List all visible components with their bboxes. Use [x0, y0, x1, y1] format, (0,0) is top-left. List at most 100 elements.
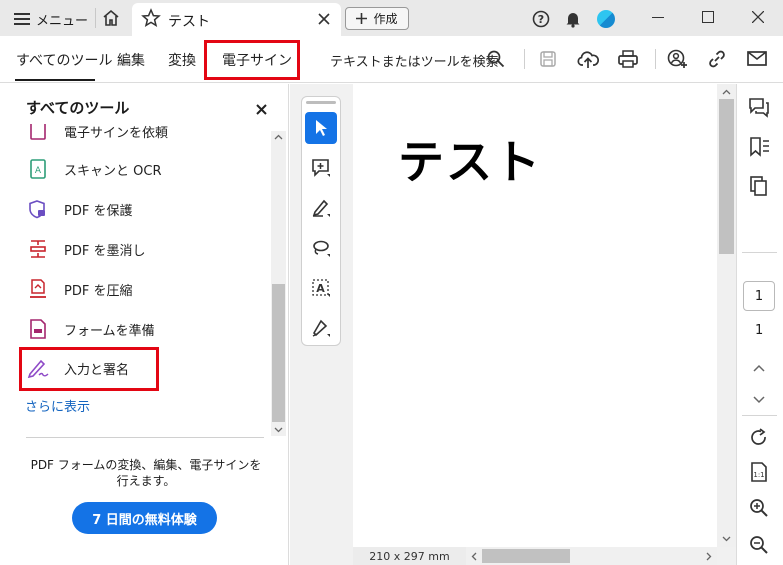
pdf-page[interactable]: テスト: [353, 84, 717, 547]
pages-icon[interactable]: [746, 173, 772, 199]
close-panel-icon[interactable]: [256, 104, 267, 115]
document-scrollbar-thumb[interactable]: [719, 99, 734, 254]
star-icon[interactable]: [141, 8, 161, 28]
page-number-input[interactable]: 1: [743, 281, 775, 311]
pen-nib-icon: [311, 318, 331, 338]
comments-icon[interactable]: [746, 95, 772, 121]
redact-pdf-icon: [26, 237, 50, 261]
bookmarks-icon[interactable]: [746, 134, 772, 160]
next-page-icon[interactable]: [746, 387, 772, 413]
document-tab[interactable]: テスト: [132, 3, 341, 36]
zoom-in-icon[interactable]: [746, 495, 772, 521]
select-tool[interactable]: [305, 112, 337, 144]
draw-tool[interactable]: [305, 232, 337, 264]
minimize-icon[interactable]: [652, 17, 664, 18]
tool-prepare-form[interactable]: フォームを準備: [26, 309, 266, 349]
comment-tool[interactable]: [305, 152, 337, 184]
tool-label: スキャンと OCR: [64, 163, 162, 179]
tool-request-signature[interactable]: 電子サインを依頼: [26, 124, 266, 151]
link-icon[interactable]: [707, 50, 727, 68]
panel-title: すべてのツール: [26, 99, 130, 117]
tool-protect-pdf[interactable]: PDF を保護: [26, 189, 266, 229]
page-size-label: 210 x 297 mm: [369, 549, 450, 563]
toolbar-divider: [655, 49, 656, 69]
actual-size-icon[interactable]: 1:1: [746, 459, 772, 485]
close-tab-icon[interactable]: [318, 13, 330, 25]
page-total: 1: [755, 323, 764, 338]
panel-scrollbar-thumb[interactable]: [272, 284, 285, 422]
create-button[interactable]: 作成: [345, 7, 409, 30]
page-number-value: 1: [754, 288, 764, 304]
tool-redact-pdf[interactable]: PDF を墨消し: [26, 229, 266, 269]
svg-text:A: A: [35, 166, 42, 176]
zoom-out-icon[interactable]: [746, 532, 772, 558]
toolbar-divider: [524, 49, 525, 69]
maximize-icon[interactable]: [702, 11, 714, 23]
svg-text:1:1: 1:1: [753, 471, 764, 479]
sign-tool[interactable]: [305, 312, 337, 344]
free-trial-button[interactable]: 7 日間の無料体験: [72, 502, 217, 534]
tab-edit[interactable]: 編集: [117, 50, 145, 70]
search-label[interactable]: テキストまたはツールを検索: [330, 51, 499, 70]
tool-label: PDF を墨消し: [64, 243, 146, 259]
tab-all-tools[interactable]: すべてのツール: [16, 50, 112, 70]
home-icon[interactable]: [102, 9, 120, 27]
rail-divider: [742, 415, 777, 416]
horizontal-scrollbar-thumb[interactable]: [482, 549, 570, 563]
print-icon[interactable]: [618, 50, 638, 68]
drag-handle[interactable]: [306, 101, 336, 104]
promo-text: PDF フォームの変換、編集、電子サインを行えます。: [30, 458, 262, 488]
tab-convert[interactable]: 変換: [168, 50, 196, 70]
text-box-icon: A: [311, 278, 331, 298]
text-select-tool[interactable]: A: [305, 272, 337, 304]
tool-compress-pdf[interactable]: PDF を圧縮: [26, 269, 266, 309]
avatar[interactable]: [597, 10, 615, 28]
tool-label: PDF を圧縮: [64, 283, 133, 299]
svg-text:A: A: [316, 282, 325, 295]
cloud-upload-icon[interactable]: [577, 49, 599, 69]
title-divider: [95, 8, 96, 28]
document-tab-title: テスト: [168, 14, 210, 30]
highlight-tool[interactable]: [305, 192, 337, 224]
menu-button[interactable]: メニュー: [14, 9, 88, 29]
share-user-icon[interactable]: [667, 49, 689, 69]
save-icon[interactable]: [539, 50, 557, 68]
search-icon[interactable]: [487, 50, 505, 68]
prepare-form-icon: [26, 317, 50, 341]
rail-divider: [742, 252, 777, 253]
rotate-icon[interactable]: [746, 425, 772, 451]
mail-icon[interactable]: [747, 51, 767, 66]
tool-label: フォームを準備: [64, 323, 155, 339]
pen-icon: [311, 198, 331, 218]
tool-label: 電子サインを依頼: [64, 125, 169, 141]
scan-ocr-icon: A: [26, 157, 50, 181]
plus-icon: [356, 13, 368, 24]
cursor-icon: [314, 119, 328, 137]
active-tab-underline: [15, 79, 95, 81]
panel-divider: [26, 437, 264, 438]
page-size-indicator: 210 x 297 mm: [353, 547, 466, 565]
hamburger-icon: [14, 12, 30, 26]
create-label: 作成: [373, 12, 398, 26]
add-comment-icon: [311, 158, 331, 178]
menu-label: メニュー: [36, 13, 89, 29]
lasso-icon: [311, 238, 331, 258]
panel-scrollbar[interactable]: [271, 131, 286, 436]
highlight-e-sign-tab: [204, 40, 300, 80]
window-close-icon[interactable]: [752, 11, 764, 23]
previous-page-icon[interactable]: [746, 355, 772, 381]
compress-pdf-icon: [26, 277, 50, 301]
tool-label: PDF を保護: [64, 203, 133, 219]
horizontal-scrollbar[interactable]: [466, 547, 717, 565]
title-bar: メニュー テスト 作成 ?: [0, 0, 783, 36]
bell-icon[interactable]: [564, 10, 582, 28]
document-scrollbar[interactable]: [717, 84, 736, 547]
protect-pdf-icon: [26, 197, 50, 221]
tool-scan-ocr[interactable]: A スキャンと OCR: [26, 149, 266, 189]
highlight-fill-sign: [19, 347, 159, 391]
help-icon[interactable]: ?: [532, 10, 550, 28]
page-heading: テスト: [398, 135, 542, 189]
request-signature-icon: [26, 124, 50, 143]
show-more-link[interactable]: さらに表示: [25, 396, 90, 415]
svg-text:?: ?: [538, 13, 544, 26]
